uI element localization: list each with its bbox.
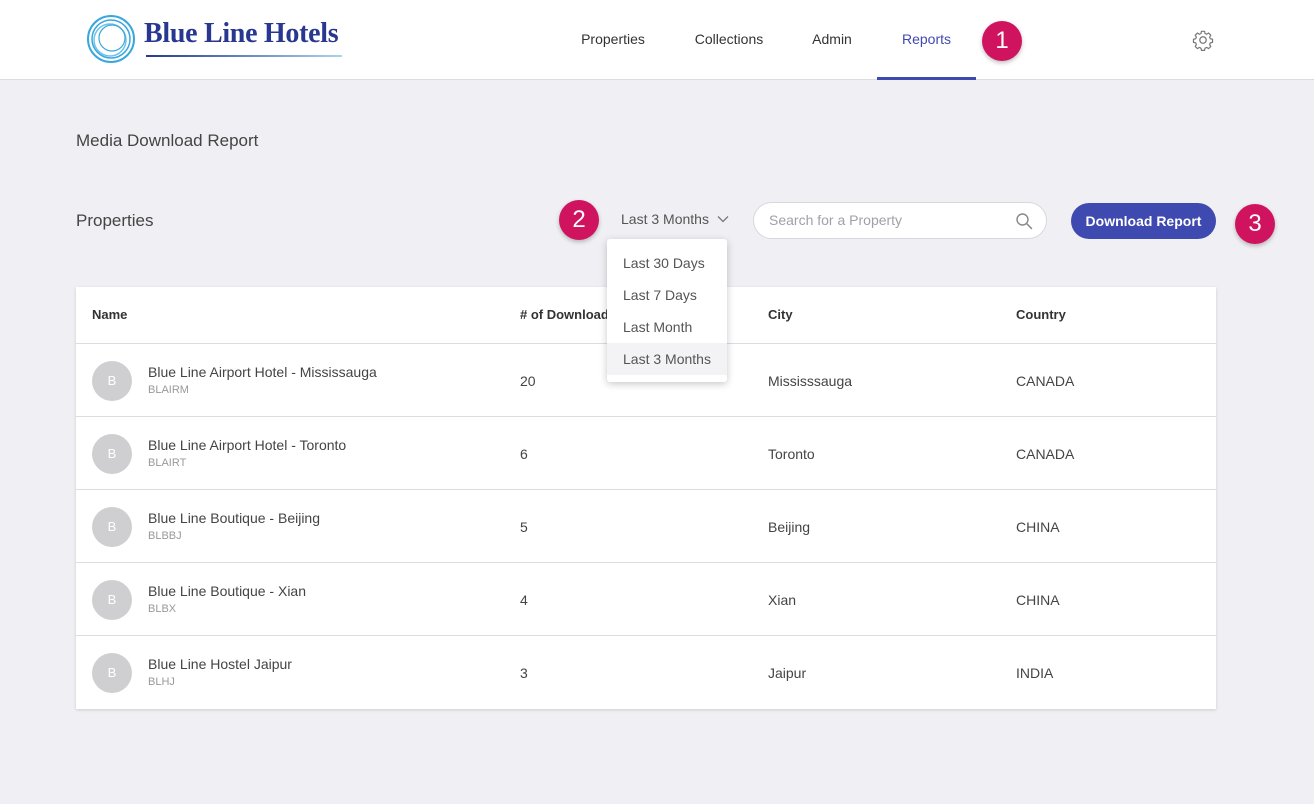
page-title: Media Download Report [76, 131, 259, 150]
country-cell: INDIA [1016, 665, 1054, 681]
nav-properties[interactable]: Properties [566, 0, 660, 80]
brand-name: Blue Line Hotels [144, 18, 339, 49]
date-range-option[interactable]: Last Month [607, 311, 727, 343]
table-row[interactable]: B Blue Line Boutique - Xian BLBX 4 Xian … [76, 563, 1216, 636]
property-code: BLAIRM [148, 384, 189, 396]
search-input[interactable] [769, 212, 1009, 228]
country-cell: CHINA [1016, 519, 1060, 535]
callout-badge-2: 2 [559, 200, 599, 240]
download-count: 3 [520, 665, 528, 681]
city-cell: Mississsauga [768, 373, 853, 389]
property-code: BLBX [148, 603, 177, 615]
brand-underline [146, 55, 342, 57]
download-count: 20 [520, 373, 536, 389]
avatar: B [92, 507, 132, 547]
country-cell: CANADA [1016, 446, 1075, 462]
property-name: Blue Line Airport Hotel - Mississauga [148, 364, 377, 380]
property-name: Blue Line Hostel Jaipur [148, 656, 292, 672]
download-report-button[interactable]: Download Report [1071, 203, 1216, 239]
property-name: Blue Line Boutique - Xian [148, 583, 306, 599]
table-row[interactable]: B Blue Line Airport Hotel - Toronto BLAI… [76, 417, 1216, 490]
callout-badge-1: 1 [982, 21, 1022, 61]
search-icon[interactable] [1015, 212, 1033, 230]
nav-collections[interactable]: Collections [684, 0, 774, 80]
avatar: B [92, 361, 132, 401]
property-code: BLAIRT [148, 457, 187, 469]
download-count: 4 [520, 592, 528, 608]
callout-badge-3: 3 [1235, 204, 1275, 244]
city-cell: Jaipur [768, 665, 807, 681]
download-count: 5 [520, 519, 528, 535]
brand-logo[interactable]: Blue Line Hotels [86, 14, 342, 64]
nav-admin[interactable]: Admin [800, 0, 864, 80]
city-cell: Toronto [768, 446, 815, 462]
nav-reports[interactable]: Reports [877, 0, 976, 80]
date-range-option-selected[interactable]: Last 3 Months [607, 343, 727, 375]
download-count: 6 [520, 446, 528, 462]
logo-rings-icon [87, 15, 135, 63]
country-cell: CHINA [1016, 592, 1060, 608]
property-name: Blue Line Boutique - Beijing [148, 510, 321, 526]
top-header: Blue Line Hotels Properties Collections … [0, 0, 1314, 80]
date-range-select[interactable]: Last 3 Months [621, 211, 729, 227]
date-range-option[interactable]: Last 7 Days [607, 279, 727, 311]
column-header-downloads[interactable]: # of Downloads [520, 307, 616, 322]
property-code: BLHJ [148, 676, 175, 688]
avatar: B [92, 580, 132, 620]
section-title: Properties [76, 211, 154, 230]
column-header-name[interactable]: Name [92, 307, 127, 322]
city-cell: Xian [768, 592, 797, 608]
city-cell: Beijing [768, 519, 811, 535]
country-cell: CANADA [1016, 373, 1075, 389]
property-code: BLBBJ [148, 530, 182, 542]
date-range-dropdown: Last 30 Days Last 7 Days Last Month Last… [607, 239, 727, 382]
property-name: Blue Line Airport Hotel - Toronto [148, 437, 347, 453]
chevron-down-icon [717, 216, 729, 223]
gear-icon[interactable] [1192, 29, 1214, 51]
table-row[interactable]: B Blue Line Hostel Jaipur BLHJ 3 Jaipur … [76, 636, 1216, 709]
column-header-country[interactable]: Country [1016, 307, 1066, 322]
date-range-value: Last 3 Months [621, 211, 709, 227]
avatar: B [92, 434, 132, 474]
date-range-option[interactable]: Last 30 Days [607, 247, 727, 279]
avatar: B [92, 653, 132, 693]
property-search [753, 202, 1047, 239]
column-header-city[interactable]: City [768, 307, 793, 322]
table-row[interactable]: B Blue Line Boutique - Beijing BLBBJ 5 B… [76, 490, 1216, 563]
